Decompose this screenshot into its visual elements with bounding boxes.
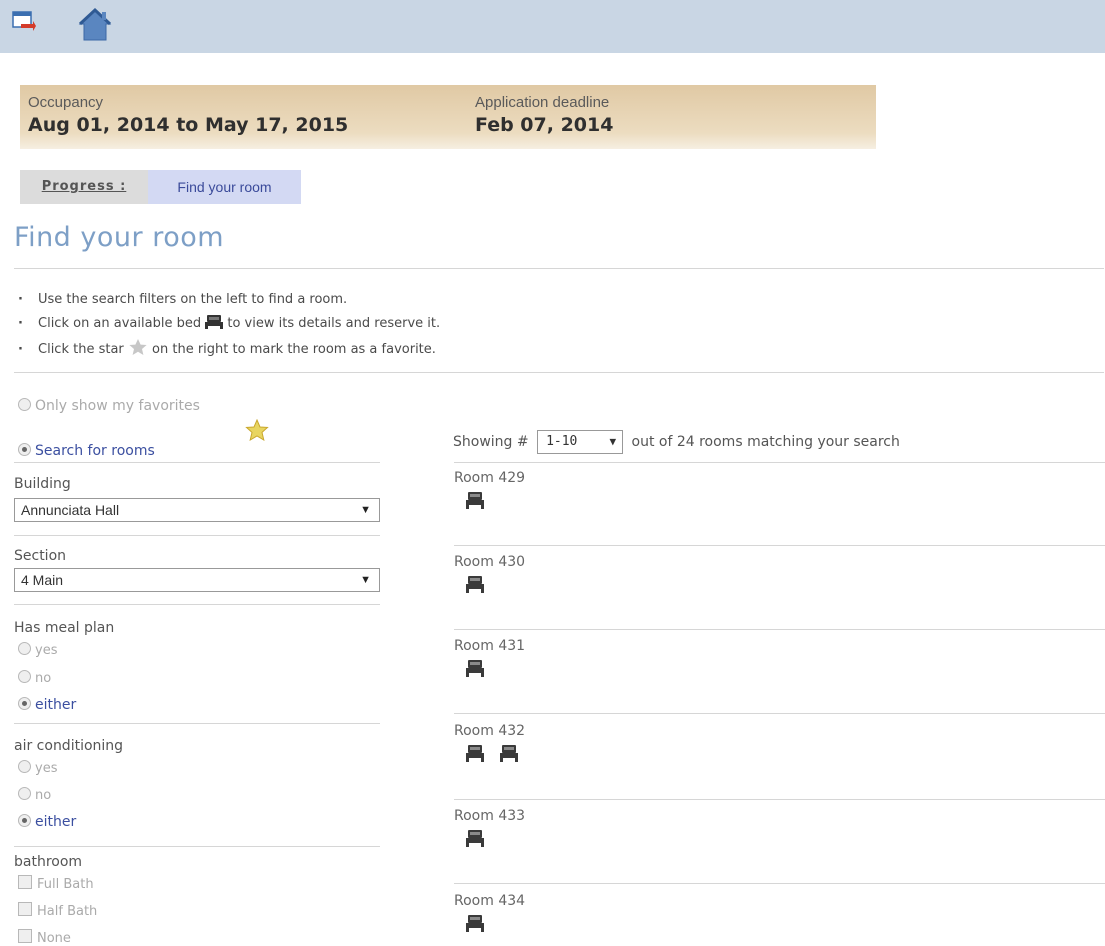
room-beds [454,830,1105,860]
top-toolbar [0,0,1105,53]
building-label: Building [14,476,71,492]
room-divider [454,545,1105,546]
meal-plan-no[interactable]: no [18,670,51,686]
instruction-item: · Click on an available bed to view its d… [18,315,441,331]
search-rooms-option[interactable]: Search for rooms [18,443,155,459]
results-divider [454,462,1105,463]
room-beds [454,915,1105,945]
air-conditioning-yes[interactable]: yes [18,760,57,776]
instructions-list: · Use the search filters on the left to f… [18,290,440,362]
room-divider [454,799,1105,800]
progress-bar: Progress : Find your room [20,170,301,204]
meal-plan-either[interactable]: either [18,697,76,713]
home-icon[interactable] [78,4,112,44]
title-divider [14,268,1104,269]
bathroom-label: bathroom [14,854,83,870]
filter-divider [14,604,380,605]
room-row: Room 429 [454,470,1105,522]
room-row: Room 430 [454,554,1105,606]
room-name: Room 434 [454,893,526,909]
filter-divider [14,462,380,463]
room-name: Room 429 [454,470,526,486]
bed-icon[interactable] [500,745,518,762]
room-row: Room 431 [454,638,1105,690]
deadline-date: Feb 07, 2014 [475,114,614,136]
room-name: Room 430 [454,554,526,570]
page-title: Find your room [14,222,225,253]
instruction-item: · Click the star on the right to mark the… [18,338,440,362]
room-row: Room 434 [454,893,1105,945]
page-range-select[interactable]: 1-10 ▼ [537,430,624,454]
bathroom-full-bath[interactable]: Full Bath [18,875,94,892]
bed-icon[interactable] [466,576,484,593]
instruction-item: · Use the search filters on the left to f… [18,292,348,307]
room-beds [454,745,1105,775]
star-icon [128,338,148,356]
chevron-down-icon: ▼ [609,435,617,448]
building-select[interactable]: Annunciata Hall ▼ [14,498,380,522]
deadline-label: Application deadline [475,94,610,111]
bathroom-none[interactable]: None [18,929,71,946]
bed-icon[interactable] [466,745,484,762]
results-summary: Showing # 1-10 ▼ out of 24 rooms matching… [453,430,900,454]
room-beds [454,576,1105,606]
room-row: Room 433 [454,808,1105,860]
air-conditioning-either[interactable]: either [18,814,76,830]
section-label: Section [14,548,67,564]
meal-plan-label: Has meal plan [14,620,115,636]
instructions-divider [14,372,1104,373]
bed-icon[interactable] [466,492,484,509]
room-divider [454,883,1105,884]
search-rooms-radio[interactable] [18,443,31,456]
chevron-down-icon: ▼ [360,574,371,586]
exit-icon[interactable] [12,10,36,32]
room-divider [454,629,1105,630]
room-name: Room 431 [454,638,526,654]
air-conditioning-no[interactable]: no [18,787,51,803]
bed-icon[interactable] [466,830,484,847]
room-beds [454,660,1105,690]
chevron-down-icon: ▼ [360,504,371,516]
filter-divider [14,846,380,847]
bed-icon[interactable] [466,915,484,932]
occupancy-panel: Occupancy Aug 01, 2014 to May 17, 2015 A… [20,85,876,149]
occupancy-label: Occupancy [28,94,104,111]
room-beds [454,492,1105,522]
filter-divider [14,723,380,724]
air-conditioning-label: air conditioning [14,738,124,754]
room-name: Room 432 [454,723,526,739]
bathroom-half-bath[interactable]: Half Bath [18,902,97,919]
bed-icon[interactable] [466,660,484,677]
room-row: Room 432 [454,723,1105,775]
occupancy-dates: Aug 01, 2014 to May 17, 2015 [28,114,349,136]
section-select[interactable]: 4 Main ▼ [14,568,380,592]
bed-icon [205,315,224,329]
room-name: Room 433 [454,808,526,824]
favorites-radio[interactable] [18,398,31,411]
filter-divider [14,535,380,536]
favorites-option[interactable]: Only show my favorites [18,398,200,414]
room-divider [454,713,1105,714]
meal-plan-yes[interactable]: yes [18,642,57,658]
progress-label[interactable]: Progress : [20,170,148,204]
progress-step-find-room[interactable]: Find your room [148,170,301,204]
favorite-star-icon[interactable] [245,418,269,442]
